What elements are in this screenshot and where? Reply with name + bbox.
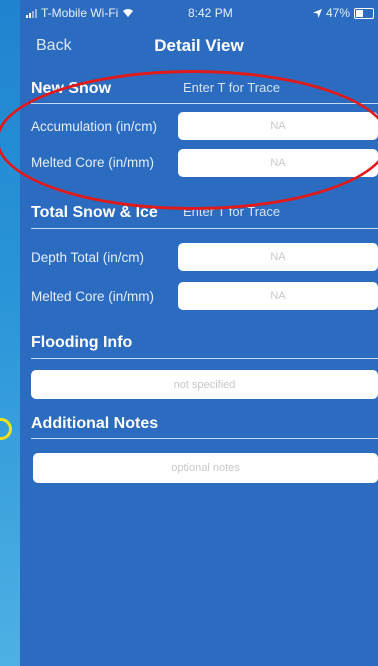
depth-total-field[interactable]: NA — [178, 243, 378, 271]
new-snow-header: New Snow Enter T for Trace — [31, 80, 280, 98]
wifi-icon — [123, 9, 134, 17]
page-title: Detail View — [154, 36, 244, 55]
carrier-name: T-Mobile Wi-Fi — [41, 6, 119, 20]
additional-notes-field[interactable]: optional notes — [33, 453, 378, 483]
yellow-annotation-circle — [0, 418, 12, 440]
flooding-heading: Flooding Info — [31, 334, 133, 351]
navigation-bar: Back Detail View — [20, 26, 378, 66]
battery-percent: 47% — [325, 6, 350, 20]
flooding-info-field[interactable]: not specified — [31, 370, 378, 399]
new-snow-heading: New Snow — [31, 80, 112, 97]
total-snow-header: Total Snow & Ice Enter T for Trace — [31, 204, 280, 222]
divider — [31, 438, 378, 439]
status-time: 8:42 PM — [188, 6, 233, 20]
new-snow-melted-core-label: Melted Core (in/mm) — [31, 155, 155, 170]
status-bar: T-Mobile Wi-Fi 8:42 PM 47% — [20, 0, 378, 26]
divider — [31, 103, 378, 104]
total-melted-core-label: Melted Core (in/mm) — [31, 289, 155, 304]
divider — [31, 358, 378, 359]
new-snow-melted-core-field[interactable]: NA — [178, 149, 378, 177]
detail-panel — [20, 0, 378, 666]
total-snow-heading: Total Snow & Ice — [31, 204, 158, 221]
total-snow-hint: Enter T for Trace — [183, 204, 281, 219]
divider — [31, 228, 378, 229]
depth-total-label: Depth Total (in/cm) — [31, 250, 145, 265]
new-snow-hint: Enter T for Trace — [183, 80, 281, 95]
battery-icon — [354, 7, 374, 19]
flooding-header: Flooding Info — [31, 334, 132, 352]
location-arrow-icon — [312, 8, 322, 18]
notes-header: Additional Notes — [31, 415, 158, 433]
notes-heading: Additional Notes — [31, 415, 159, 432]
total-melted-core-field[interactable]: NA — [178, 282, 378, 310]
battery-group: 47% — [312, 6, 374, 20]
carrier-group: T-Mobile Wi-Fi — [26, 6, 134, 20]
accumulation-field[interactable]: NA — [178, 112, 378, 140]
signal-icon — [26, 8, 37, 18]
accumulation-label: Accumulation (in/cm) — [31, 119, 158, 134]
